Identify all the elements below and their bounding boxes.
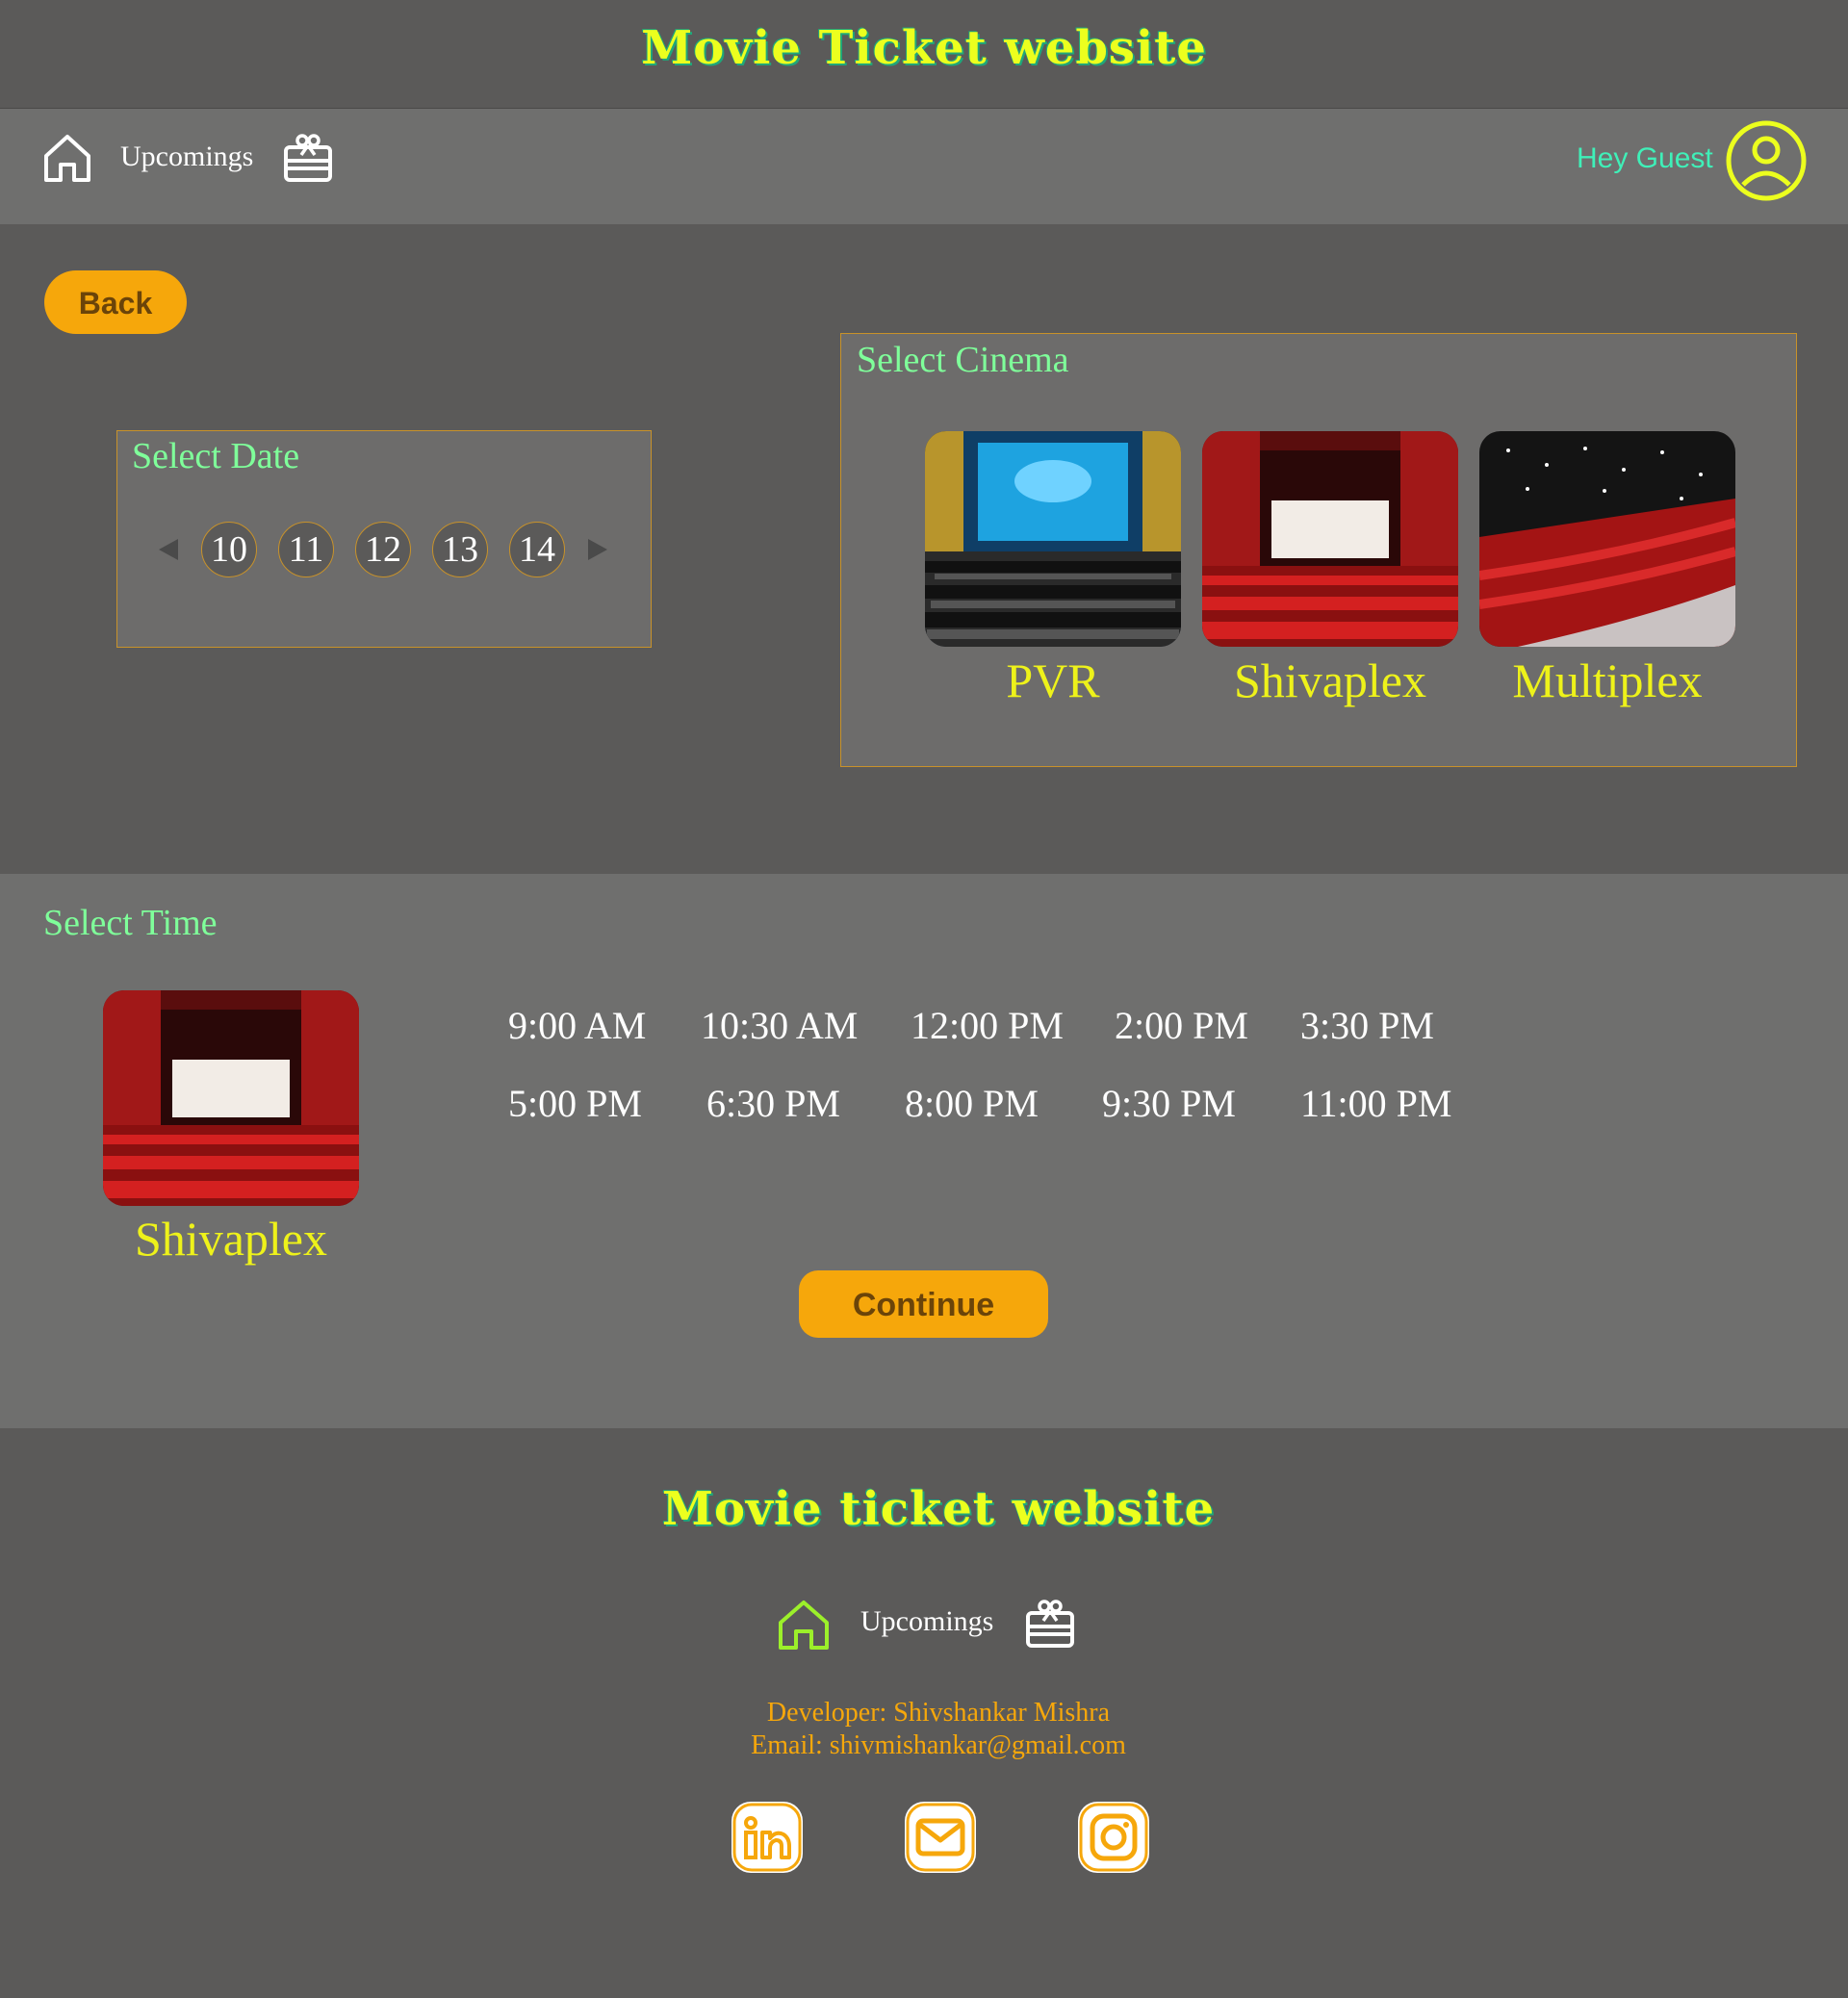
footer-title: Movie ticket website — [661, 1482, 1216, 1536]
instagram-icon[interactable] — [1078, 1802, 1149, 1873]
mail-icon[interactable] — [905, 1802, 976, 1873]
time-slot[interactable]: 12:00 PM — [911, 1003, 1064, 1048]
home-icon[interactable] — [41, 132, 93, 184]
time-slot[interactable]: 2:00 PM — [1115, 1003, 1248, 1048]
selected-cinema-image — [103, 990, 359, 1206]
cinema-image-pvr[interactable] — [925, 431, 1181, 647]
user-circle-icon[interactable] — [1725, 119, 1808, 202]
cinema-name[interactable]: Multiplex — [1468, 653, 1747, 708]
date-chip[interactable]: 14 — [509, 522, 565, 577]
nav-upcomings-link[interactable]: Upcomings — [120, 141, 253, 173]
linkedin-icon[interactable] — [732, 1802, 803, 1873]
time-slot[interactable]: 9:00 AM — [508, 1003, 646, 1048]
cinema-name[interactable]: Shivaplex — [1191, 653, 1470, 708]
ticket-gift-icon[interactable] — [282, 132, 334, 184]
date-chip[interactable]: 12 — [355, 522, 411, 577]
time-slot[interactable]: 11:00 PM — [1300, 1081, 1451, 1126]
date-chip[interactable]: 13 — [432, 522, 488, 577]
continue-button[interactable]: Continue — [799, 1270, 1048, 1338]
date-prev-arrow-icon[interactable] — [159, 539, 178, 560]
cinema-image-multiplex[interactable] — [1479, 431, 1735, 647]
time-slot[interactable]: 10:30 AM — [701, 1003, 858, 1048]
back-button[interactable]: Back — [44, 270, 187, 334]
footer-ticket-gift-icon[interactable] — [1024, 1598, 1076, 1654]
date-chip[interactable]: 10 — [201, 522, 257, 577]
nav-bar — [0, 109, 1848, 224]
site-title: Movie Ticket website — [641, 21, 1207, 75]
time-slot[interactable]: 3:30 PM — [1300, 1003, 1434, 1048]
cinema-image-shivaplex[interactable] — [1202, 431, 1458, 647]
time-slot[interactable]: 6:30 PM — [706, 1081, 840, 1126]
selected-cinema-name: Shivaplex — [135, 1212, 327, 1266]
time-slot[interactable]: 9:30 PM — [1102, 1081, 1236, 1126]
cinema-name[interactable]: PVR — [913, 653, 1193, 708]
date-heading: Select Date — [132, 436, 300, 476]
time-heading: Select Time — [43, 903, 218, 943]
footer-email: Email: shivmishankar@gmail.com — [751, 1730, 1126, 1760]
date-chip[interactable]: 11 — [278, 522, 334, 577]
footer-upcomings-link[interactable]: Upcomings — [860, 1605, 993, 1638]
date-next-arrow-icon[interactable] — [588, 539, 607, 560]
footer-home-icon[interactable] — [776, 1598, 832, 1656]
cinema-heading: Select Cinema — [857, 340, 1069, 380]
time-slot[interactable]: 5:00 PM — [508, 1081, 642, 1126]
greeting-text: Hey Guest — [1577, 142, 1713, 174]
time-slot[interactable]: 8:00 PM — [905, 1081, 1039, 1126]
footer-developer: Developer: Shivshankar Mishra — [766, 1698, 1111, 1728]
